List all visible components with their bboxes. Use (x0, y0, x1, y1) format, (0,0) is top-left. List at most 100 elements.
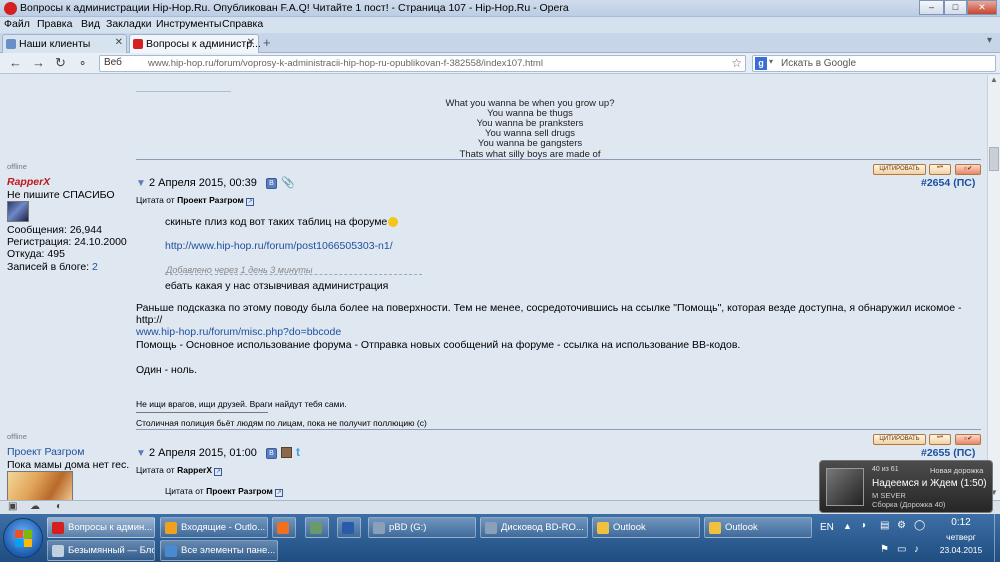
search-placeholder: Искать в Google (781, 58, 857, 69)
tab-bar: Наши клиенты ✕ Вопросы к администр... ✕ … (0, 33, 1000, 53)
volume-icon[interactable]: ♪ (914, 544, 919, 555)
scroll-up-icon[interactable]: ▲ (988, 75, 1000, 87)
post-divider (136, 159, 981, 160)
opera-tray-icon[interactable]: ◯ (914, 520, 925, 531)
media-player-notification[interactable]: 40 из 61 Новая дорожка Надеемся и Ждем (… (819, 460, 993, 513)
quote-author: RapperX (177, 465, 213, 475)
speed-dial-icon[interactable]: ◐ (56, 501, 62, 512)
forward-icon[interactable]: → (32, 55, 45, 70)
report-button[interactable]: ○✔ (955, 164, 981, 175)
site-favicon-icon (6, 39, 16, 49)
multiquote-button[interactable]: ❝❞ (929, 434, 951, 445)
quote-header: Цитата от Проект Разгром ↗ (136, 195, 255, 206)
post-number-suffix: (ПС) (953, 447, 976, 459)
blog-icon[interactable]: B (266, 448, 277, 459)
view-post-icon[interactable]: ↗ (214, 468, 223, 476)
menu-tools[interactable]: Инструменты (156, 18, 221, 30)
taskbar-item-app2[interactable] (305, 517, 329, 538)
user-blog: Записей в блоге: 2 (7, 261, 98, 273)
clock-date: 23.04.2015 (939, 545, 983, 555)
maximize-button[interactable]: □ (944, 0, 967, 15)
window-titlebar[interactable]: Вопросы к администрации Hip-Hop.Ru. Опуб… (0, 0, 1000, 17)
vertical-scrollbar[interactable]: ▲ ▼ (987, 75, 1000, 500)
taskbar-item-control-panel[interactable]: Все элементы пане... (160, 540, 278, 561)
post-arrow-icon: ▼ (136, 178, 146, 189)
monitor-icon[interactable]: ▭ (897, 544, 906, 555)
quote-button[interactable]: ЦИТИРОВАТЬ (873, 164, 926, 175)
menu-file[interactable]: Файл (4, 18, 30, 30)
bbcode-link[interactable]: www.hip-hop.ru/forum/misc.php?do=bbcode (136, 326, 341, 338)
menu-help[interactable]: Справка (222, 18, 263, 30)
blog-icon[interactable]: B (266, 178, 277, 189)
post-number-value: #2655 (921, 447, 951, 459)
tray-expand-icon[interactable]: ▲ (843, 521, 852, 531)
user-messages: Сообщения: 26,944 (7, 224, 102, 236)
taskbar-label: Все элементы пане... (181, 545, 276, 556)
key-icon[interactable]: ⚬ (78, 57, 87, 70)
menu-view[interactable]: Вид (81, 18, 100, 30)
post-body-paragraph: Один - ноль. (136, 364, 197, 376)
clock-weekday: четверг (946, 532, 976, 542)
taskbar-item-word[interactable] (337, 517, 361, 538)
avatar[interactable] (7, 201, 29, 222)
avatar[interactable] (7, 471, 73, 500)
scroll-thumb[interactable] (989, 147, 999, 171)
menu-bar: Файл Правка Вид Закладки Инструменты Спр… (0, 17, 1000, 33)
tab-label: Наши клиенты (19, 38, 91, 50)
taskbar-item-bd-drive[interactable]: Дисковод BD-RO... (480, 517, 588, 538)
start-button[interactable] (3, 518, 43, 558)
tab-voprosy[interactable]: Вопросы к администр... ✕ (129, 34, 261, 53)
show-desktop-button[interactable] (994, 514, 1000, 562)
reload-icon[interactable]: ↻ (55, 55, 66, 71)
post-number[interactable]: #2654 (ПС) (921, 177, 975, 189)
quote-link[interactable]: http://www.hip-hop.ru/forum/post10665053… (165, 240, 393, 252)
taskbar-item-notepad[interactable]: Безымянный — Бло... (47, 540, 155, 561)
tab-menu-icon[interactable]: ▾ (987, 35, 992, 46)
tab-nashi-klienty[interactable]: Наши клиенты ✕ (2, 34, 127, 53)
address-field[interactable]: Веб www.hip-hop.ru/forum/voprosy-k-admin… (99, 55, 746, 72)
taskbar-item-outlook-inbox[interactable]: Входящие - Outlo... (160, 517, 268, 538)
view-post-icon[interactable]: ↗ (275, 489, 284, 497)
search-field[interactable]: g ▾ Искать в Google (752, 55, 996, 72)
gear-icon[interactable]: ⚙ (897, 520, 906, 531)
user-status: offline (7, 432, 27, 441)
attachment-icon[interactable]: 📎 (281, 176, 295, 189)
tab-close-icon[interactable]: ✕ (247, 37, 255, 48)
panel-toggle-icon[interactable]: ▣ (8, 501, 17, 512)
menu-bookmarks[interactable]: Закладки (106, 18, 151, 30)
taskbar-item-outlook-2[interactable]: Outlook (704, 517, 812, 538)
taskbar-item-opera[interactable]: Вопросы к админ... (47, 517, 155, 538)
post-number[interactable]: #2655 (ПС) (921, 447, 975, 459)
report-button[interactable]: ○✔ (955, 434, 981, 445)
user-title: Пока мамы дома нет rec. (7, 459, 130, 471)
quote-button[interactable]: ЦИТИРОВАТЬ (873, 434, 926, 445)
camera-icon[interactable] (281, 447, 292, 458)
system-clock[interactable]: 0:12 четверг 23.04.2015 (930, 517, 992, 555)
blog-count-link[interactable]: 2 (92, 261, 98, 273)
language-indicator[interactable]: EN (820, 522, 834, 533)
menu-edit[interactable]: Правка (37, 18, 72, 30)
taskbar-item-drive-g[interactable]: pBD (G:) (368, 517, 476, 538)
multiquote-button[interactable]: ❝❞ (929, 164, 951, 175)
tab-close-icon[interactable]: ✕ (115, 37, 123, 48)
folder-icon (597, 522, 609, 534)
network-icon[interactable]: ▤ (880, 520, 889, 531)
view-post-icon[interactable]: ↗ (246, 198, 255, 206)
username[interactable]: RapperX (7, 176, 50, 188)
minimize-button[interactable]: – (919, 0, 944, 15)
taskbar-label: Вопросы к админ... (68, 522, 153, 533)
back-icon[interactable]: ← (9, 55, 22, 70)
taskbar-item-app1[interactable] (272, 517, 296, 538)
tray-app-icon[interactable]: ◑ (860, 520, 866, 531)
flag-icon[interactable]: ⚑ (880, 544, 889, 555)
username[interactable]: Проект Разгром (7, 446, 84, 458)
twitter-icon[interactable]: t (296, 445, 300, 459)
cloud-icon[interactable]: ☁ (30, 501, 40, 512)
close-button[interactable]: ✕ (967, 0, 997, 15)
post-date: 2 Апреля 2015, 00:39 (149, 177, 257, 189)
search-engine-dropdown-icon[interactable]: ▾ (769, 57, 773, 66)
bookmark-star-icon[interactable]: ☆ (731, 56, 742, 70)
taskbar-item-outlook-1[interactable]: Outlook (592, 517, 700, 538)
taskbar-label: Безымянный — Бло... (68, 545, 155, 556)
new-tab-icon[interactable]: + (263, 35, 271, 50)
